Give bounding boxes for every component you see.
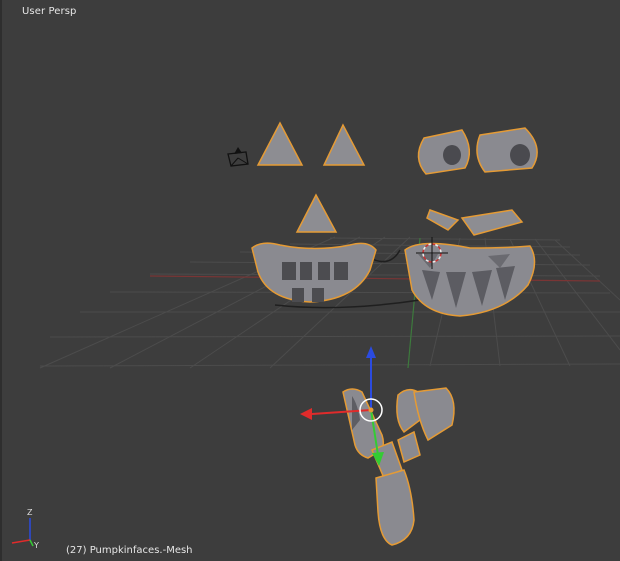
mesh-eye-triangle-right[interactable] [322,123,366,166]
svg-text:Z: Z [27,508,33,517]
camera-icon[interactable] [227,147,249,167]
view-mode-label: User Persp [22,6,77,17]
active-object-info: (27) Pumpkinfaces.-Mesh [66,545,193,556]
scene-canvas[interactable]: Z Y [0,0,620,561]
mesh-mouth-left[interactable] [251,242,377,303]
axis-triad-icon: Z Y [11,508,39,550]
x-axis-line [149,275,601,282]
3d-viewport[interactable]: Z Y User Persp (27) Pumpkinfaces.-Mesh [0,0,620,561]
mesh-nose-slab[interactable] [426,209,524,236]
mesh-eye-cylinder-right[interactable] [476,127,538,173]
x-arrow-icon[interactable] [300,408,312,420]
z-arrow-icon[interactable] [366,346,376,358]
mesh-eye-triangle-left[interactable] [256,121,304,166]
mesh-nose-triangle[interactable] [295,193,338,233]
svg-text:Y: Y [33,541,39,550]
mesh-eye-cylinder-left[interactable] [417,129,471,175]
mesh-mouth-right[interactable] [404,242,536,317]
